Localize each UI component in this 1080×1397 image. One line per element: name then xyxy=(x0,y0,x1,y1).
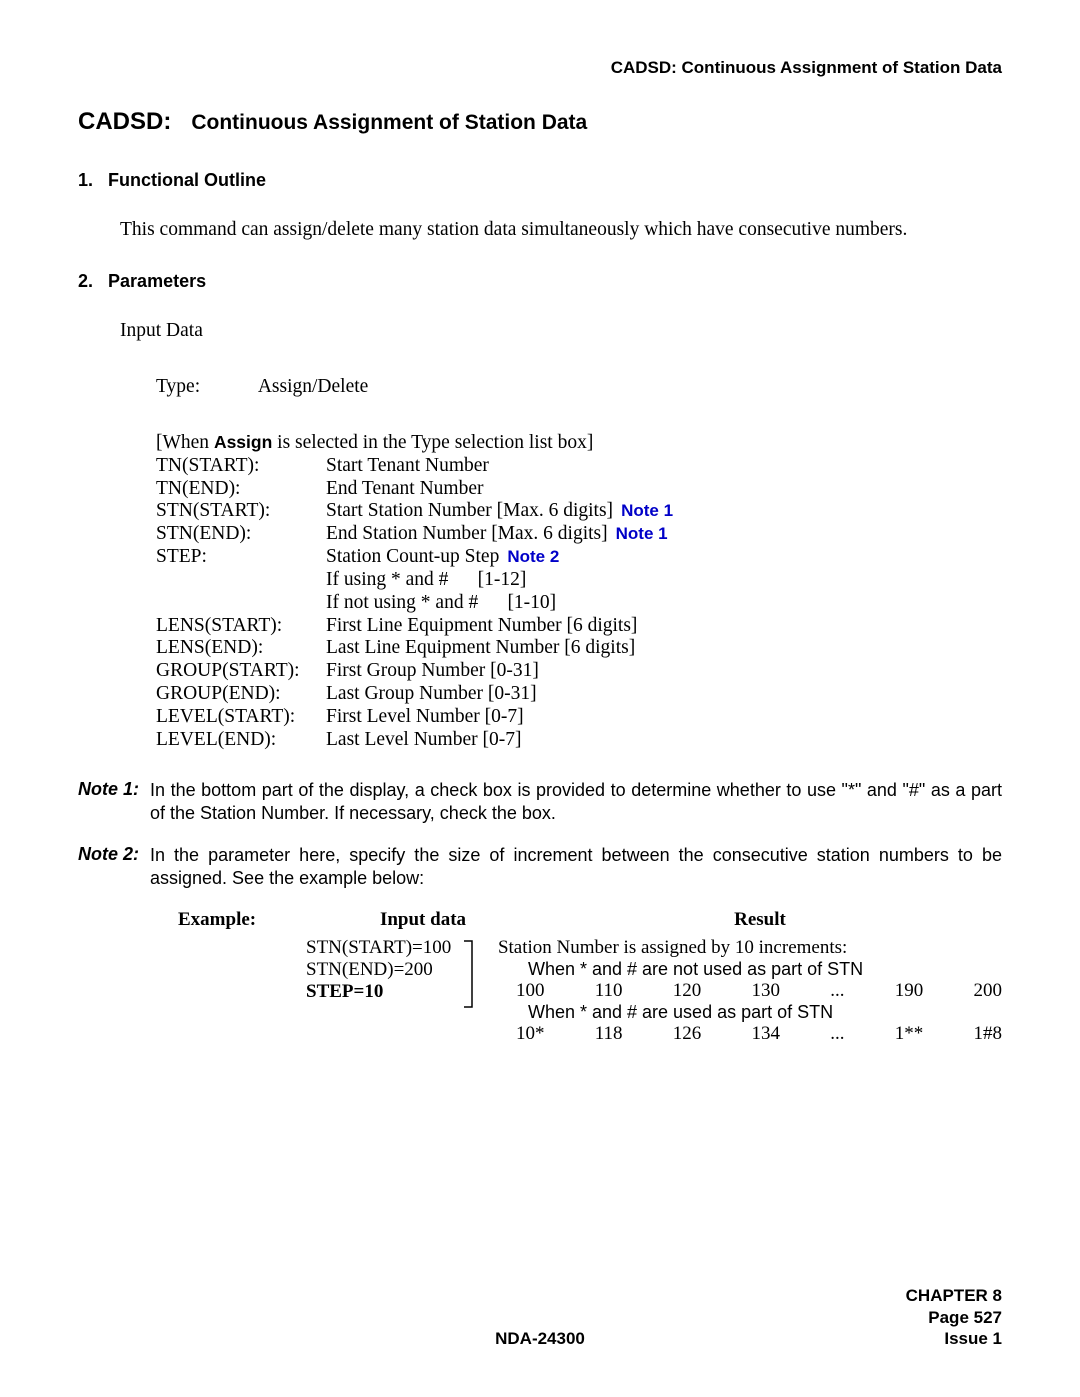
param-desc: Last Line Equipment Number [6 digits] xyxy=(326,637,1002,660)
bracket-icon xyxy=(462,939,476,1009)
section-1-body: This command can assign/delete many stat… xyxy=(120,219,1002,241)
note-1-label: Note 1: xyxy=(78,779,150,824)
example-input-3: STEP=10 xyxy=(306,981,476,1003)
param-desc: First Group Number [0-31] xyxy=(326,660,1002,683)
assign-prefix: [When xyxy=(156,432,214,453)
footer-chapter: CHAPTER 8 xyxy=(906,1285,1002,1306)
note-2-link[interactable]: Note 2 xyxy=(507,547,559,566)
note-2-text: In the parameter here, specify the size … xyxy=(150,844,1002,889)
param-name: LEVEL(END): xyxy=(156,729,326,752)
example-input-1: STN(START)=100 xyxy=(306,937,476,959)
note-1-link[interactable]: Note 1 xyxy=(621,501,673,520)
main-title: CADSD: Continuous Assignment of Station … xyxy=(78,108,1002,136)
param-name: LENS(END): xyxy=(156,637,326,660)
example-result-case1: When * and # are not used as part of STN xyxy=(528,959,1002,980)
param-name: GROUP(START): xyxy=(156,660,326,683)
assign-condition-line: [When Assign is selected in the Type sel… xyxy=(156,432,1002,455)
step-sub-2: If not using * and # [1-10] xyxy=(326,592,1002,615)
type-row: Type: Assign/Delete xyxy=(156,376,1002,398)
param-name: LEVEL(START): xyxy=(156,706,326,729)
type-label: Type: xyxy=(156,376,254,398)
param-row: LENS(END): Last Line Equipment Number [6… xyxy=(156,637,1002,660)
section-1-heading: 1. Functional Outline xyxy=(78,170,1002,191)
param-desc: First Line Equipment Number [6 digits] xyxy=(326,615,1002,638)
example-result-case2: When * and # are used as part of STN xyxy=(528,1002,1002,1023)
param-desc-text: End Tenant Number xyxy=(326,478,484,499)
footer-center: NDA-24300 xyxy=(78,1329,1002,1349)
param-row: LEVEL(START): First Level Number [0-7] xyxy=(156,706,1002,729)
param-desc: Last Group Number [0-31] xyxy=(326,683,1002,706)
param-desc: End Tenant Number xyxy=(326,478,1002,501)
param-desc: First Level Number [0-7] xyxy=(326,706,1002,729)
running-header: CADSD: Continuous Assignment of Station … xyxy=(78,58,1002,78)
title-desc: Continuous Assignment of Station Data xyxy=(191,111,587,134)
example-block: Example: Input data Result STN(START)=10… xyxy=(178,909,1002,1045)
example-input-head: Input data xyxy=(328,909,518,931)
param-row: STEP: Station Count-up Step Note 2 xyxy=(156,546,1002,569)
example-result-seq2: 10* 118 126 134 ... 1** 1#8 xyxy=(516,1023,1002,1045)
param-row: GROUP(END): Last Group Number [0-31] xyxy=(156,683,1002,706)
param-desc: Last Level Number [0-7] xyxy=(326,729,1002,752)
footer-issue: Issue 1 xyxy=(906,1328,1002,1349)
example-label: Example: xyxy=(178,909,328,931)
example-input-col: STN(START)=100 STN(END)=200 STEP=10 xyxy=(306,937,476,1045)
param-row: LENS(START): First Line Equipment Number… xyxy=(156,615,1002,638)
note-1-link[interactable]: Note 1 xyxy=(616,524,668,543)
example-result-seq1: 100 110 120 130 ... 190 200 xyxy=(516,980,1002,1002)
param-desc-text: Start Tenant Number xyxy=(326,455,489,476)
note-1-text: In the bottom part of the display, a che… xyxy=(150,779,1002,824)
note-1: Note 1: In the bottom part of the displa… xyxy=(78,779,1002,824)
param-name: TN(START): xyxy=(156,455,326,478)
param-desc-text: Station Count-up Step xyxy=(326,546,499,567)
example-header: Example: Input data Result xyxy=(178,909,1002,931)
note-2-label: Note 2: xyxy=(78,844,150,889)
param-desc: End Station Number [Max. 6 digits] Note 1 xyxy=(326,523,1002,546)
footer-right: CHAPTER 8 Page 527 Issue 1 xyxy=(906,1285,1002,1349)
param-desc-text: Start Station Number [Max. 6 digits] xyxy=(326,500,613,521)
section-1-title: Functional Outline xyxy=(108,170,266,190)
param-row: TN(START): Start Tenant Number xyxy=(156,455,1002,478)
assign-suffix: is selected in the Type selection list b… xyxy=(272,432,593,453)
type-value: Assign/Delete xyxy=(258,376,368,397)
param-row: STN(START): Start Station Number [Max. 6… xyxy=(156,500,1002,523)
title-code: CADSD: xyxy=(78,108,171,135)
param-name: STN(START): xyxy=(156,500,326,523)
param-name: GROUP(END): xyxy=(156,683,326,706)
param-row: TN(END): End Tenant Number xyxy=(156,478,1002,501)
example-columns: STN(START)=100 STN(END)=200 STEP=10 Stat… xyxy=(178,937,1002,1045)
section-1-num: 1. xyxy=(78,170,93,190)
footer-page: Page 527 xyxy=(906,1307,1002,1328)
param-desc: Start Tenant Number xyxy=(326,455,1002,478)
param-name: STEP: xyxy=(156,546,326,569)
section-2-title: Parameters xyxy=(108,271,206,291)
example-input-2: STN(END)=200 xyxy=(306,959,476,981)
step-sub-1: If using * and # [1-12] xyxy=(326,569,1002,592)
param-row: LEVEL(END): Last Level Number [0-7] xyxy=(156,729,1002,752)
example-result-head: Result xyxy=(518,909,1002,931)
param-name: STN(END): xyxy=(156,523,326,546)
param-row: GROUP(START): First Group Number [0-31] xyxy=(156,660,1002,683)
params-block: [When Assign is selected in the Type sel… xyxy=(156,432,1002,751)
section-2-num: 2. xyxy=(78,271,93,291)
param-name: TN(END): xyxy=(156,478,326,501)
param-desc: Station Count-up Step Note 2 xyxy=(326,546,1002,569)
note-2: Note 2: In the parameter here, specify t… xyxy=(78,844,1002,889)
param-desc: Start Station Number [Max. 6 digits] Note… xyxy=(326,500,1002,523)
input-data-label: Input Data xyxy=(120,320,1002,342)
param-desc-text: End Station Number [Max. 6 digits] xyxy=(326,523,608,544)
example-result-title: Station Number is assigned by 10 increme… xyxy=(498,937,1002,959)
param-row: STN(END): End Station Number [Max. 6 dig… xyxy=(156,523,1002,546)
section-2-heading: 2. Parameters xyxy=(78,271,1002,292)
param-name: LENS(START): xyxy=(156,615,326,638)
page-footer: NDA-24300 CHAPTER 8 Page 527 Issue 1 xyxy=(78,1329,1002,1349)
example-result-col: Station Number is assigned by 10 increme… xyxy=(498,937,1002,1045)
assign-bold-word: Assign xyxy=(214,432,272,452)
